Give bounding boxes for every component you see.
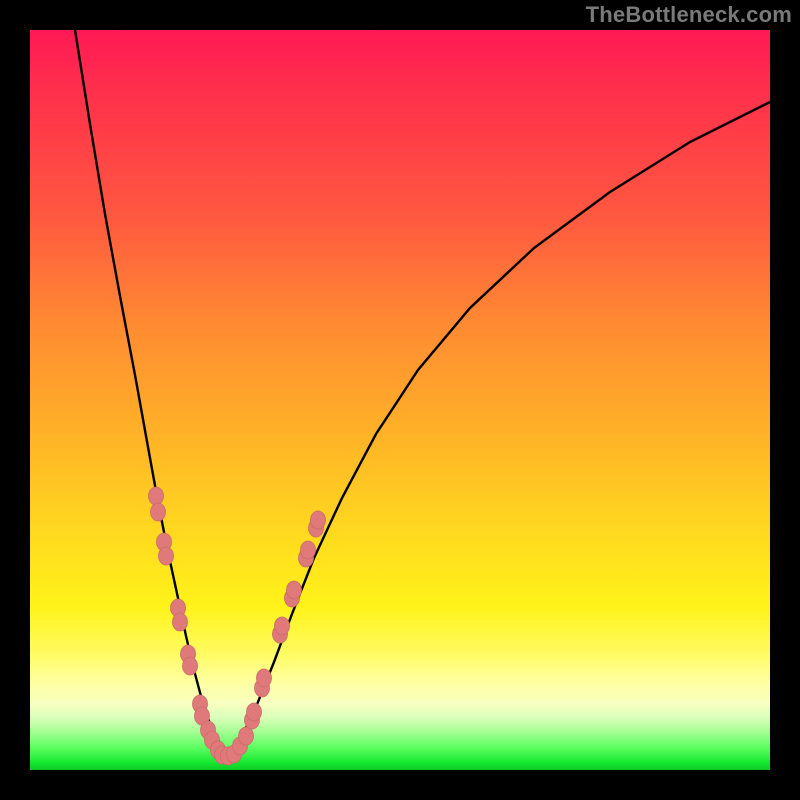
marker-dot: [257, 669, 272, 687]
marker-dot: [239, 727, 254, 745]
marker-dot: [311, 511, 326, 529]
marker-dot: [287, 581, 302, 599]
v-curve: [75, 30, 770, 750]
marker-dot: [149, 487, 164, 505]
watermark-text: TheBottleneck.com: [586, 2, 792, 28]
marker-dot: [275, 617, 290, 635]
marker-dot: [301, 541, 316, 559]
outer-frame: TheBottleneck.com: [0, 0, 800, 800]
markers-right-cluster: [245, 511, 326, 729]
marker-dot: [173, 613, 188, 631]
chart-svg: [30, 30, 770, 770]
marker-dot: [247, 703, 262, 721]
plot-area: [30, 30, 770, 770]
marker-dot: [159, 547, 174, 565]
marker-dot: [151, 503, 166, 521]
curve-path: [75, 30, 770, 750]
marker-dot: [183, 657, 198, 675]
